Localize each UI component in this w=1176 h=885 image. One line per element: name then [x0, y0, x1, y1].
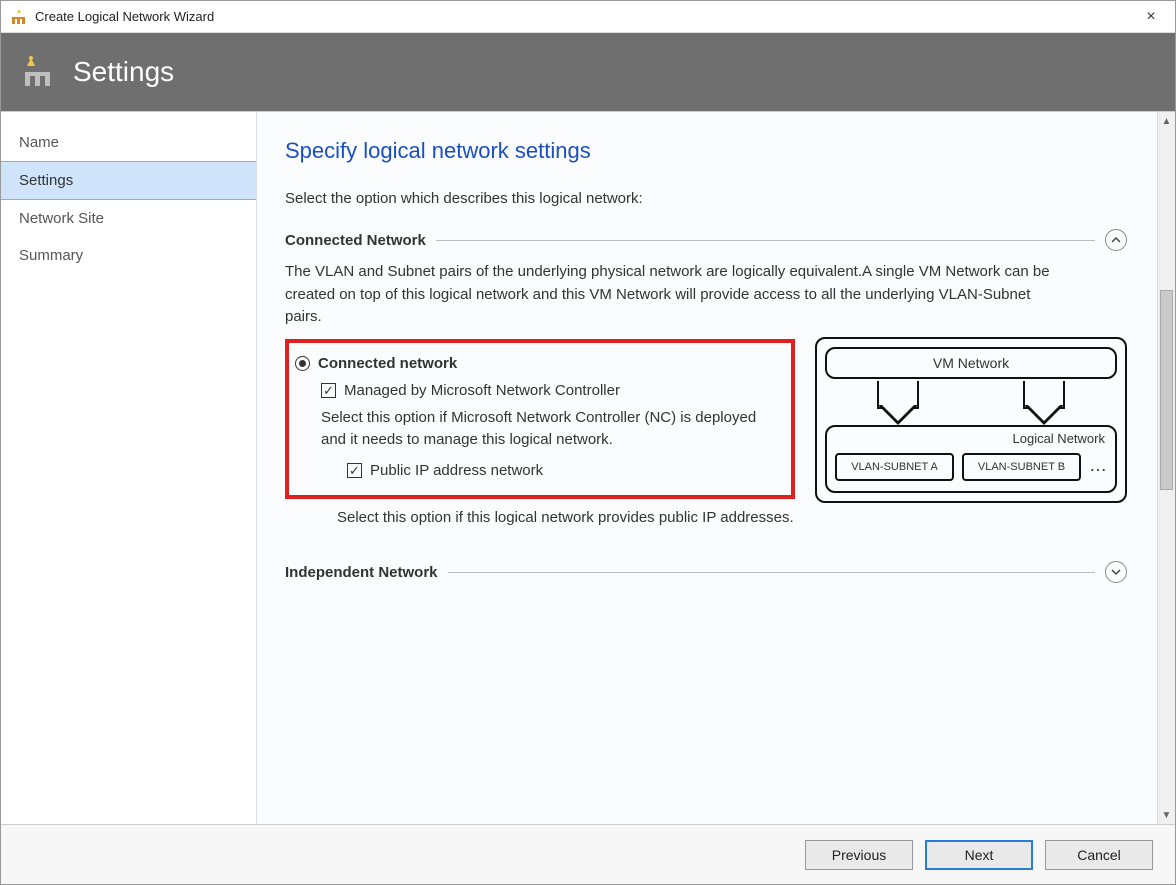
titlebar: Create Logical Network Wizard ×: [1, 1, 1175, 33]
connected-options-row: Connected network ✓ Managed by Microsoft…: [285, 337, 1127, 540]
diagram-subnet-a: VLAN-SUBNET A: [835, 453, 954, 481]
page-heading: Specify logical network settings: [285, 138, 1127, 164]
section-divider: [436, 240, 1095, 241]
header-title: Settings: [73, 56, 174, 88]
expand-independent-button[interactable]: [1105, 561, 1127, 583]
diagram-vm-network: VM Network: [825, 347, 1117, 379]
vertical-scrollbar[interactable]: ▲ ▼: [1157, 112, 1175, 824]
content-wrap: Specify logical network settings Select …: [257, 112, 1175, 824]
public-ip-checkbox[interactable]: ✓ Public IP address network: [347, 462, 785, 479]
app-icon: [9, 7, 29, 27]
wizard-body: Name Settings Network Site Summary Speci…: [1, 111, 1175, 824]
diagram-ellipsis: …: [1089, 455, 1107, 478]
collapse-connected-button[interactable]: [1105, 229, 1127, 251]
connected-section-title: Connected Network: [285, 232, 426, 249]
scroll-down-button[interactable]: ▼: [1158, 806, 1175, 824]
arrow-icon: [1009, 381, 1079, 431]
checkbox-icon: ✓: [321, 383, 336, 398]
radio-icon: [295, 356, 310, 371]
window-title: Create Logical Network Wizard: [35, 9, 1135, 24]
managed-label: Managed by Microsoft Network Controller: [344, 382, 620, 399]
close-button[interactable]: ×: [1135, 8, 1167, 26]
sidebar-item-summary[interactable]: Summary: [1, 237, 256, 274]
public-ip-hint: Select this option if this logical netwo…: [337, 507, 795, 530]
diagram-logical-label: Logical Network: [1013, 431, 1106, 446]
checkbox-icon: ✓: [347, 463, 362, 478]
lead-text: Select the option which describes this l…: [285, 190, 1127, 207]
scroll-track[interactable]: [1158, 130, 1175, 806]
wizard-window: Create Logical Network Wizard × Settings…: [0, 0, 1176, 885]
connected-desc: The VLAN and Subnet pairs of the underly…: [285, 261, 1065, 329]
content-panel: Specify logical network settings Select …: [257, 112, 1157, 824]
diagram-logical-network: Logical Network VLAN-SUBNET A VLAN-SUBNE…: [825, 425, 1117, 493]
wizard-footer: Previous Next Cancel: [1, 824, 1175, 884]
managed-hint: Select this option if Microsoft Network …: [321, 407, 785, 452]
header-icon: [21, 54, 57, 90]
diagram-subnet-b: VLAN-SUBNET B: [962, 453, 1081, 481]
connected-section-head: Connected Network: [285, 229, 1127, 251]
connected-options: Connected network ✓ Managed by Microsoft…: [285, 337, 795, 540]
connected-radio-label: Connected network: [318, 355, 457, 372]
scroll-up-button[interactable]: ▲: [1158, 112, 1175, 130]
cancel-button[interactable]: Cancel: [1045, 840, 1153, 870]
network-diagram: VM Network Logical Network VLAN-SUBNET A…: [815, 337, 1127, 503]
sidebar-item-settings[interactable]: Settings: [1, 161, 256, 200]
next-button[interactable]: Next: [925, 840, 1033, 870]
independent-section-head: Independent Network: [285, 561, 1127, 583]
managed-by-nc-checkbox[interactable]: ✓ Managed by Microsoft Network Controlle…: [321, 382, 785, 399]
wizard-sidebar: Name Settings Network Site Summary: [1, 112, 257, 824]
sidebar-item-network-site[interactable]: Network Site: [1, 200, 256, 237]
section-divider: [448, 572, 1095, 573]
wizard-header: Settings: [1, 33, 1175, 111]
scroll-thumb[interactable]: [1160, 290, 1173, 490]
connected-network-radio[interactable]: Connected network: [295, 355, 785, 372]
previous-button[interactable]: Previous: [805, 840, 913, 870]
arrow-icon: [863, 381, 933, 431]
sidebar-item-name[interactable]: Name: [1, 124, 256, 161]
public-ip-label: Public IP address network: [370, 462, 543, 479]
independent-section-title: Independent Network: [285, 564, 438, 581]
highlighted-region: Connected network ✓ Managed by Microsoft…: [285, 339, 795, 499]
